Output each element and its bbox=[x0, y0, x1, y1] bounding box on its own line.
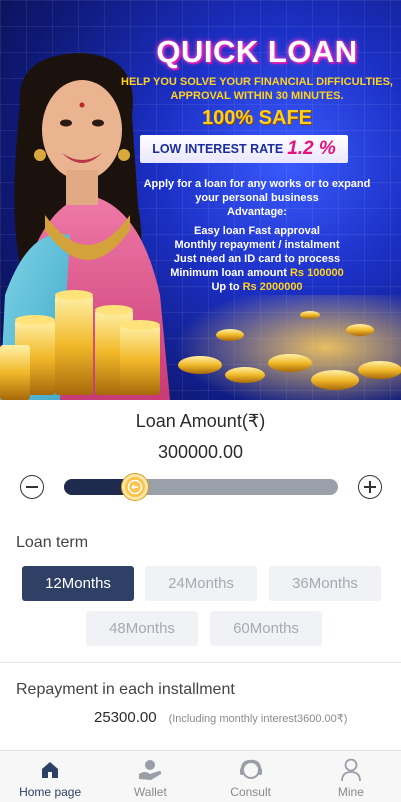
banner-title: QUICK LOAN bbox=[156, 34, 358, 69]
repayment-row: 25300.00 (Including monthly interest3600… bbox=[94, 709, 347, 726]
banner-subtitle: HELP YOU SOLVE YOUR FINANCIAL DIFFICULTI… bbox=[121, 76, 393, 102]
rate-value: 1.2 % bbox=[287, 138, 336, 159]
nav-label-home: Home page bbox=[19, 785, 82, 799]
nav-label-mine: Mine bbox=[337, 785, 364, 799]
wallet-icon bbox=[137, 757, 163, 783]
nav-label-consult: Consult bbox=[230, 785, 271, 799]
banner-safe-text: 100% SAFE bbox=[201, 107, 313, 129]
term-option-60months[interactable]: 60Months bbox=[210, 611, 322, 646]
repayment-label: Repayment in each installment bbox=[16, 681, 235, 698]
nav-item-home[interactable]: Home page bbox=[0, 751, 100, 802]
repayment-value: 25300.00 bbox=[94, 709, 157, 726]
banner-body-text: Apply for a loan for any works or to exp… bbox=[143, 178, 371, 218]
loan-amount-label: Loan Amount(₹) bbox=[135, 411, 266, 431]
banner-rate-box: LOW INTEREST RATE 1.2 % bbox=[140, 135, 348, 163]
user-icon bbox=[338, 757, 364, 783]
term-option-36months[interactable]: 36Months bbox=[269, 566, 381, 601]
home-icon bbox=[37, 757, 63, 783]
term-option-24months[interactable]: 24Months bbox=[145, 566, 257, 601]
increase-amount-button[interactable] bbox=[358, 475, 382, 499]
thumb-arrows-icon bbox=[127, 479, 143, 495]
nav-label-wallet: Wallet bbox=[133, 785, 167, 799]
term-option-48months[interactable]: 48Months bbox=[86, 611, 198, 646]
loan-amount-value: 300000.00 bbox=[157, 442, 244, 462]
consult-icon bbox=[238, 757, 264, 783]
loan-term-label: Loan term bbox=[16, 534, 89, 551]
term-option-12months[interactable]: 12Months bbox=[22, 566, 134, 601]
section-divider bbox=[0, 662, 401, 663]
banner-advantages: Easy loan Fast approval Monthly repaymen… bbox=[170, 225, 344, 293]
promo-banner[interactable]: QUICK LOAN HELP YOU SOLVE YOUR FINANCIAL… bbox=[0, 0, 401, 400]
slider-thumb[interactable] bbox=[122, 474, 149, 500]
nav-item-mine[interactable]: Mine bbox=[301, 751, 401, 802]
nav-item-consult[interactable]: Consult bbox=[201, 751, 301, 802]
decrease-amount-button[interactable] bbox=[20, 475, 44, 499]
loan-amount-slider[interactable] bbox=[64, 479, 338, 495]
rate-label: LOW INTEREST RATE bbox=[152, 142, 284, 156]
nav-item-wallet[interactable]: Wallet bbox=[100, 751, 200, 802]
bottom-navigation: Home page Wallet Consult Mine bbox=[0, 750, 401, 802]
repayment-interest-note: (Including monthly interest3600.00₹) bbox=[168, 713, 348, 725]
